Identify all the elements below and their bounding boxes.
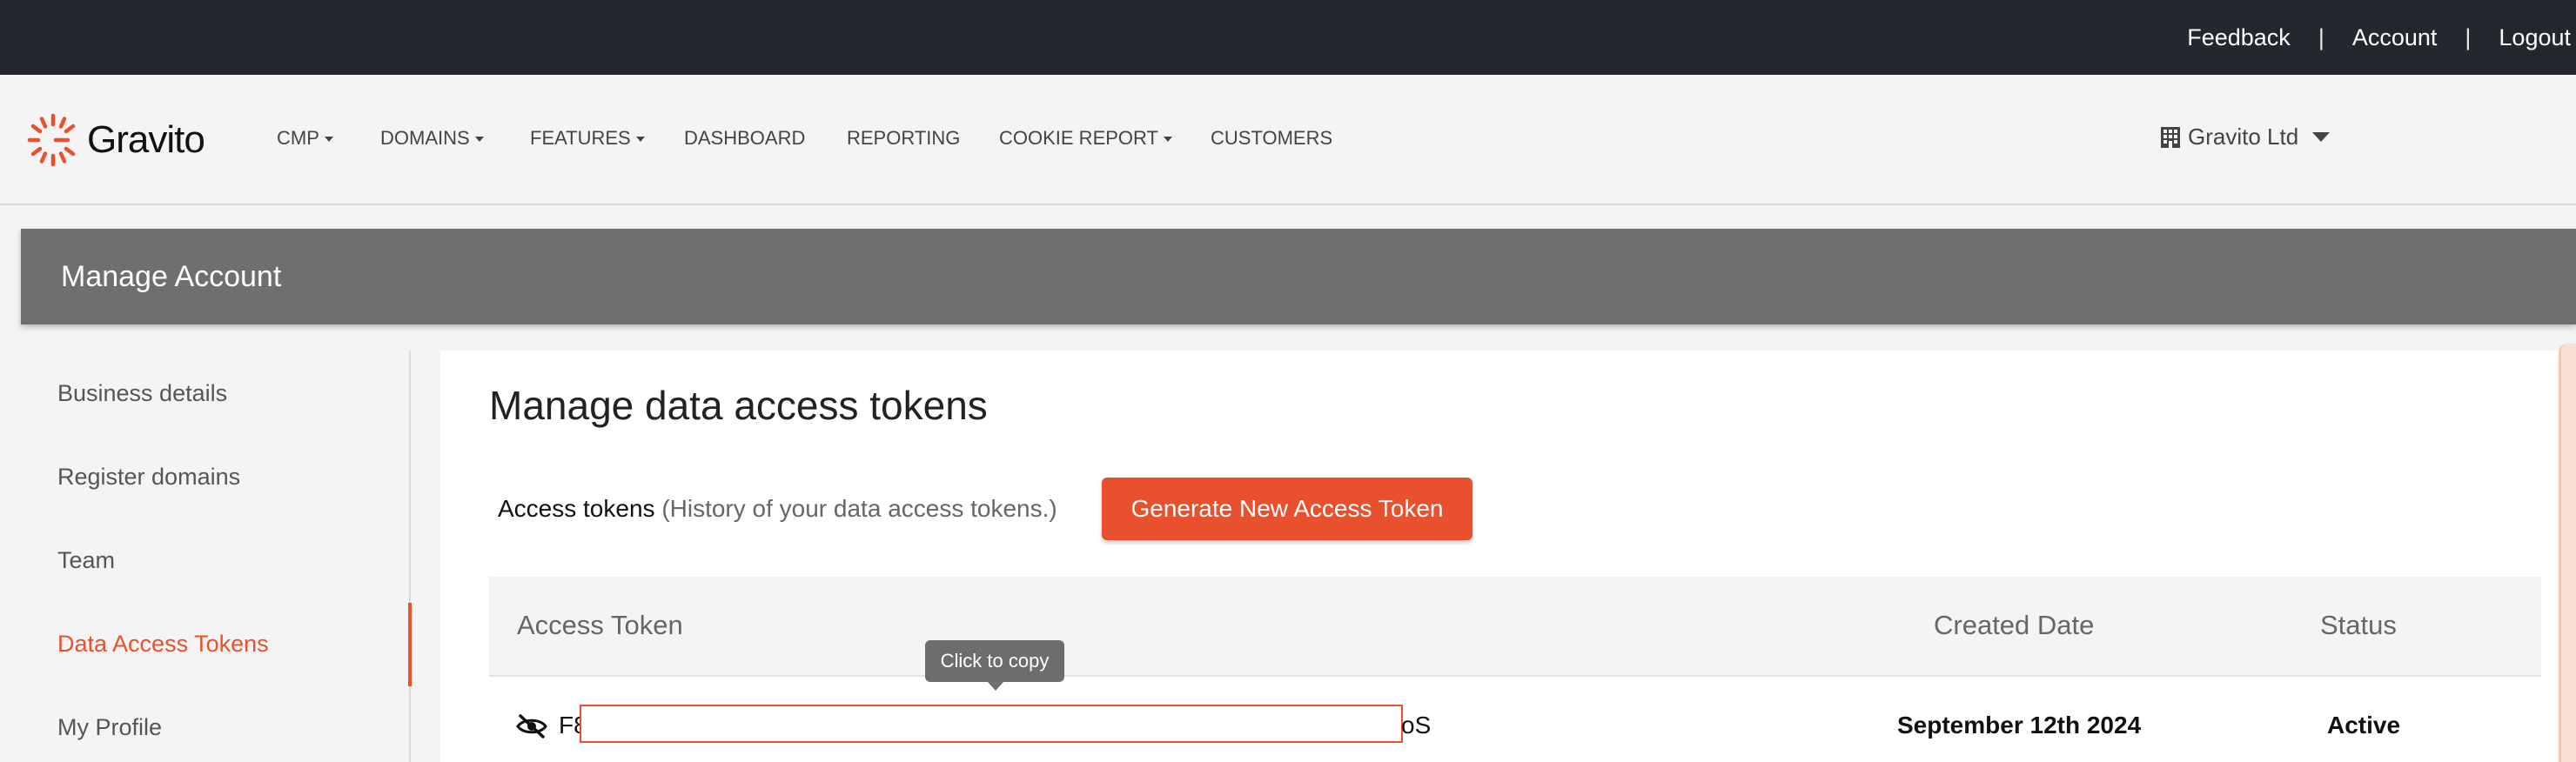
sidebar-item-business-details[interactable]: Business details bbox=[57, 380, 227, 407]
separator: | bbox=[2465, 23, 2472, 50]
top-utility-bar: Feedback | Account | Logout bbox=[0, 0, 2576, 75]
eye-slash-icon[interactable] bbox=[515, 713, 548, 739]
token-value-field[interactable] bbox=[580, 705, 1403, 743]
nav-label: DASHBOARD bbox=[684, 127, 806, 149]
logout-link[interactable]: Logout bbox=[2499, 24, 2571, 51]
table-row: F8 oS September 12th 2024 Active bbox=[489, 678, 2541, 762]
separator: | bbox=[2318, 23, 2324, 50]
caret-down-icon bbox=[635, 137, 645, 143]
active-indicator bbox=[408, 603, 412, 686]
nav-cmp[interactable]: CMP bbox=[277, 127, 333, 150]
sidebar-item-data-access-tokens[interactable]: Data Access Tokens bbox=[57, 631, 269, 658]
nav-reporting[interactable]: REPORTING bbox=[847, 127, 960, 150]
nav-features[interactable]: FEATURES bbox=[530, 127, 645, 150]
nav-dashboard[interactable]: DASHBOARD bbox=[684, 127, 805, 150]
nav-domains[interactable]: DOMAINS bbox=[380, 127, 484, 150]
section-title: Manage data access tokens bbox=[489, 383, 988, 428]
main-content-card: Manage data access tokens Access tokens … bbox=[440, 351, 2576, 762]
nav-label: CMP bbox=[277, 127, 319, 149]
page-header: Manage Account bbox=[21, 229, 2576, 324]
gravito-logo-icon bbox=[27, 113, 76, 167]
column-header-created-date[interactable]: Created Date bbox=[1934, 610, 2094, 641]
tokens-label-hint: (History of your data access tokens.) bbox=[661, 495, 1057, 522]
caret-down-icon bbox=[324, 137, 333, 143]
brand-name: Gravito bbox=[87, 118, 205, 161]
copy-tooltip: Click to copy bbox=[925, 640, 1064, 691]
building-icon bbox=[2161, 126, 2180, 148]
caret-down-icon bbox=[1163, 137, 1172, 143]
feedback-link[interactable]: Feedback bbox=[2187, 24, 2291, 51]
sidebar-item-team[interactable]: Team bbox=[57, 547, 115, 574]
nav-customers[interactable]: CUSTOMERS bbox=[1211, 127, 1332, 150]
column-header-access-token[interactable]: Access Token bbox=[517, 610, 683, 641]
nav-cookie-report[interactable]: COOKIE REPORT bbox=[999, 127, 1172, 150]
sidebar-item-register-domains[interactable]: Register domains bbox=[57, 464, 240, 491]
organization-name: Gravito Ltd bbox=[2188, 124, 2299, 150]
nav-label: DOMAINS bbox=[380, 127, 470, 149]
status-cell: Active bbox=[2327, 712, 2401, 739]
nav-label: FEATURES bbox=[530, 127, 631, 149]
nav-label: CUSTOMERS bbox=[1211, 127, 1333, 149]
column-header-status[interactable]: Status bbox=[2320, 610, 2397, 641]
brand-logo[interactable]: Gravito bbox=[26, 113, 205, 167]
scrollbar[interactable] bbox=[2559, 344, 2576, 762]
nav-label: COOKIE REPORT bbox=[999, 127, 1158, 149]
table-header: Access Token Created Date Status bbox=[489, 577, 2541, 677]
page-title: Manage Account bbox=[61, 260, 282, 293]
nav-label: REPORTING bbox=[847, 127, 961, 149]
account-sidebar: Business details Register domains Team D… bbox=[21, 351, 412, 762]
tokens-label-title: Access tokens bbox=[498, 495, 655, 522]
account-link[interactable]: Account bbox=[2352, 24, 2438, 51]
sidebar-item-my-profile[interactable]: My Profile bbox=[57, 714, 162, 741]
organization-switcher[interactable]: Gravito Ltd bbox=[2160, 124, 2331, 150]
created-date-cell: September 12th 2024 bbox=[1897, 712, 2142, 739]
token-suffix: oS bbox=[1401, 712, 1432, 739]
tokens-label: Access tokens (History of your data acce… bbox=[498, 495, 1057, 523]
caret-down-icon bbox=[2312, 132, 2331, 142]
caret-down-icon bbox=[474, 137, 484, 143]
main-navbar: Gravito CMP DOMAINS FEATURES DASHBOARD R… bbox=[0, 75, 2576, 205]
generate-token-button[interactable]: Generate New Access Token bbox=[1102, 478, 1472, 540]
